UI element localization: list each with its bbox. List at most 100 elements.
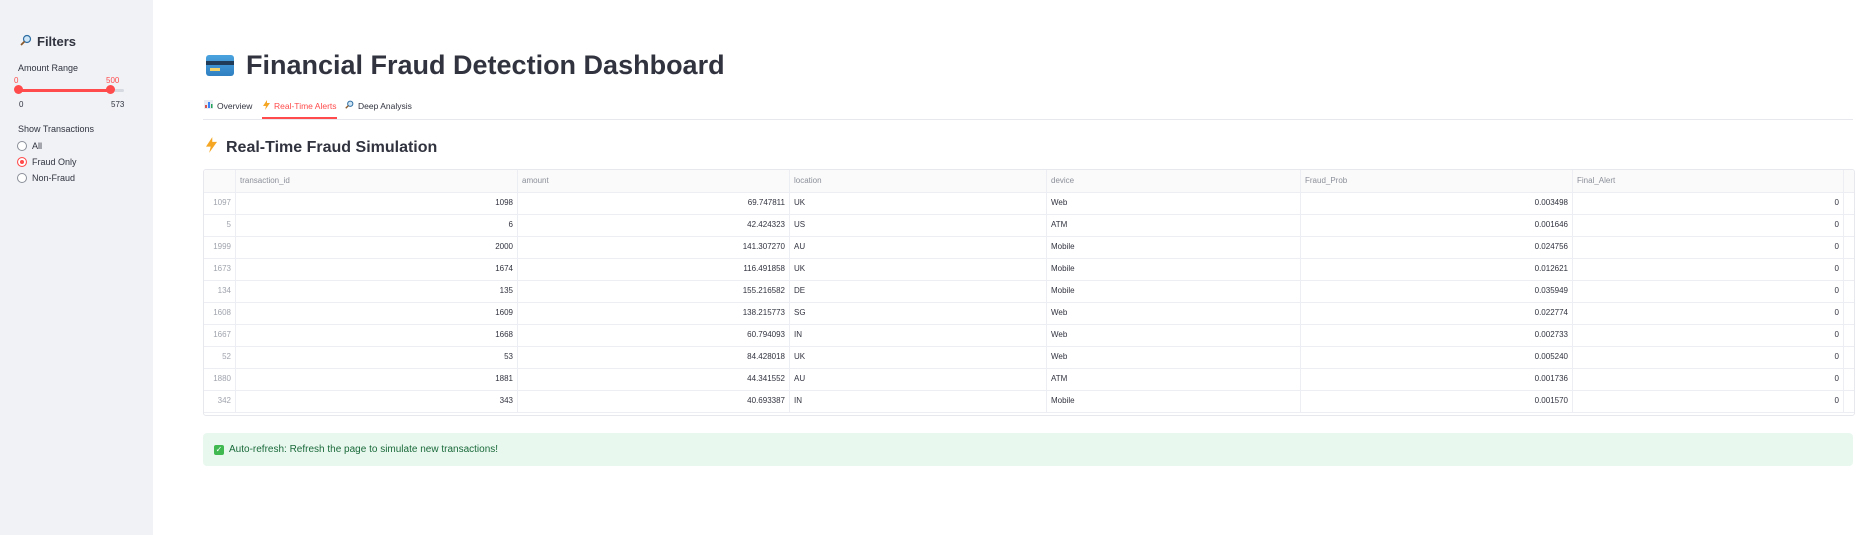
table-cell[interactable]: ATM <box>1047 368 1301 390</box>
column-header[interactable]: transaction_id <box>236 170 518 192</box>
table-cell[interactable]: 0.024756 <box>1301 236 1573 258</box>
table-row[interactable]: 5 6 42.424323 US ATM 0.001646 0 <box>204 214 1854 237</box>
table-cell[interactable]: 155.216582 <box>518 280 790 302</box>
table-cell[interactable]: 0.001736 <box>1301 368 1573 390</box>
table-cell[interactable]: 1609 <box>236 302 518 324</box>
row-index: 1667 <box>204 324 236 346</box>
table-row[interactable]: 134 135 155.216582 DE Mobile 0.035949 0 <box>204 280 1854 303</box>
table-cell[interactable]: Mobile <box>1047 236 1301 258</box>
page-title: Financial Fraud Detection Dashboard <box>206 50 725 81</box>
table-cell[interactable]: 135 <box>236 280 518 302</box>
column-header[interactable]: Fraud_Prob <box>1301 170 1573 192</box>
amount-range-slider[interactable] <box>14 85 124 94</box>
table-cell[interactable]: 0 <box>1573 258 1844 280</box>
tab-real-time-alerts[interactable]: Real-Time Alerts <box>263 100 337 112</box>
table-cell[interactable]: UK <box>790 346 1047 368</box>
table-cell[interactable]: 0 <box>1573 302 1844 324</box>
table-cell[interactable]: 0.022774 <box>1301 302 1573 324</box>
slider-low-thumb[interactable] <box>14 85 23 94</box>
magnifier-icon <box>20 34 32 49</box>
table-cell[interactable]: AU <box>790 368 1047 390</box>
radio-label: All <box>32 141 43 151</box>
transactions-table[interactable]: transaction_id amount location device Fr… <box>203 169 1855 416</box>
table-cell[interactable]: Web <box>1047 192 1301 214</box>
table-row[interactable]: 1667 1668 60.794093 IN Web 0.002733 0 <box>204 324 1854 347</box>
column-header[interactable]: device <box>1047 170 1301 192</box>
table-header-row: transaction_id amount location device Fr… <box>204 170 1854 193</box>
column-header[interactable]: Final_Alert <box>1573 170 1844 192</box>
radio-button[interactable] <box>17 141 27 151</box>
table-cell[interactable]: Mobile <box>1047 280 1301 302</box>
table-row[interactable]: 342 343 40.693387 IN Mobile 0.001570 0 <box>204 390 1854 413</box>
table-cell[interactable]: 0.002733 <box>1301 324 1573 346</box>
table-row[interactable]: 1999 2000 141.307270 AU Mobile 0.024756 0 <box>204 236 1854 259</box>
radio-button-selected[interactable] <box>17 157 27 167</box>
table-cell[interactable]: 0 <box>1573 346 1844 368</box>
table-cell[interactable]: 0.035949 <box>1301 280 1573 302</box>
table-cell[interactable]: 53 <box>236 346 518 368</box>
index-header <box>204 170 236 192</box>
table-cell[interactable]: UK <box>790 192 1047 214</box>
table-row[interactable]: 1097 1098 69.747811 UK Web 0.003498 0 <box>204 192 1854 215</box>
table-cell[interactable]: 40.693387 <box>518 390 790 412</box>
column-header[interactable]: location <box>790 170 1047 192</box>
table-cell[interactable]: 0.001646 <box>1301 214 1573 236</box>
table-row[interactable]: 52 53 84.428018 UK Web 0.005240 0 <box>204 346 1854 369</box>
table-cell[interactable]: 1098 <box>236 192 518 214</box>
table-cell[interactable]: 1674 <box>236 258 518 280</box>
table-cell[interactable]: DE <box>790 280 1047 302</box>
table-cell[interactable]: 1881 <box>236 368 518 390</box>
table-cell[interactable]: 6 <box>236 214 518 236</box>
table-cell[interactable]: 343 <box>236 390 518 412</box>
slider-high-thumb[interactable] <box>106 85 116 94</box>
radio-all[interactable]: All <box>17 141 42 151</box>
table-cell[interactable]: 1668 <box>236 324 518 346</box>
table-cell[interactable]: 0 <box>1573 214 1844 236</box>
table-cell[interactable]: AU <box>790 236 1047 258</box>
table-cell[interactable]: 116.491858 <box>518 258 790 280</box>
table-cell[interactable]: 0 <box>1573 192 1844 214</box>
table-cell[interactable]: IN <box>790 390 1047 412</box>
table-cell[interactable]: 0.003498 <box>1301 192 1573 214</box>
table-cell[interactable]: 44.341552 <box>518 368 790 390</box>
table-cell[interactable]: 84.428018 <box>518 346 790 368</box>
table-cell[interactable]: US <box>790 214 1047 236</box>
slider-max-label: 573 <box>111 100 125 109</box>
tab-label: Deep Analysis <box>358 100 412 111</box>
lightning-icon <box>206 136 217 159</box>
table-cell[interactable]: 0 <box>1573 280 1844 302</box>
table-cell[interactable]: 0 <box>1573 324 1844 346</box>
table-cell[interactable]: 0.005240 <box>1301 346 1573 368</box>
table-cell[interactable]: UK <box>790 258 1047 280</box>
table-cell[interactable]: 0 <box>1573 236 1844 258</box>
table-cell[interactable]: Mobile <box>1047 390 1301 412</box>
table-cell[interactable]: 2000 <box>236 236 518 258</box>
table-cell[interactable]: Web <box>1047 324 1301 346</box>
table-cell[interactable]: Web <box>1047 346 1301 368</box>
table-cell[interactable]: IN <box>790 324 1047 346</box>
table-cell[interactable]: Web <box>1047 302 1301 324</box>
table-cell[interactable]: 42.424323 <box>518 214 790 236</box>
table-cell[interactable]: 0 <box>1573 390 1844 412</box>
table-cell[interactable]: ATM <box>1047 214 1301 236</box>
tab-deep-analysis[interactable]: Deep Analysis <box>345 100 412 111</box>
table-cell[interactable]: 69.747811 <box>518 192 790 214</box>
radio-non-fraud[interactable]: Non-Fraud <box>17 173 75 183</box>
table-row[interactable]: 1608 1609 138.215773 SG Web 0.022774 0 <box>204 302 1854 325</box>
table-cell[interactable]: 0.012621 <box>1301 258 1573 280</box>
table-cell[interactable]: Mobile <box>1047 258 1301 280</box>
table-row[interactable]: 1880 1881 44.341552 AU ATM 0.001736 0 <box>204 368 1854 391</box>
table-cell[interactable]: 60.794093 <box>518 324 790 346</box>
table-cell[interactable]: 141.307270 <box>518 236 790 258</box>
radio-button[interactable] <box>17 173 27 183</box>
table-row[interactable]: 1673 1674 116.491858 UK Mobile 0.012621 0 <box>204 258 1854 281</box>
table-cell[interactable]: 138.215773 <box>518 302 790 324</box>
table-cell[interactable]: 0 <box>1573 368 1844 390</box>
column-header[interactable]: amount <box>518 170 790 192</box>
radio-fraud-only[interactable]: Fraud Only <box>17 157 77 167</box>
tab-bar: Overview Real-Time Alerts Deep Analysis <box>203 96 1853 120</box>
table-cell[interactable]: SG <box>790 302 1047 324</box>
table-cell[interactable]: 0.001570 <box>1301 390 1573 412</box>
tab-overview[interactable]: Overview <box>204 100 252 111</box>
slider-fill <box>18 89 111 92</box>
